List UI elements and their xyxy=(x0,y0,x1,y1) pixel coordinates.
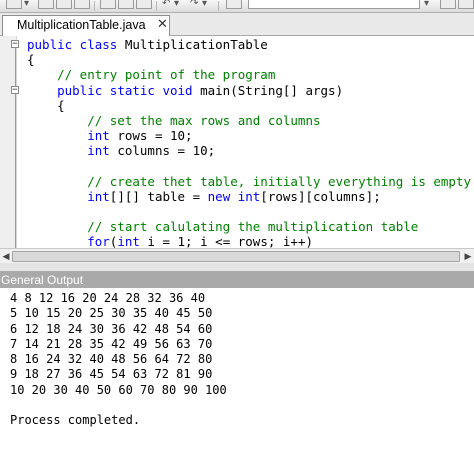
code-line: int columns = 10; xyxy=(27,143,471,158)
save-all-icon[interactable] xyxy=(74,0,90,9)
dropdown-arrow-icon[interactable]: ▾ xyxy=(424,0,429,9)
tab-title: MultiplicationTable.java xyxy=(17,18,146,32)
code-comment: // start calulating the multiplication t… xyxy=(27,219,419,235)
scroll-right-arrow-icon[interactable]: ▶ xyxy=(462,250,474,262)
code-keyword: new int xyxy=(207,188,261,204)
code-line: // start calulating the multiplication t… xyxy=(27,219,471,234)
code-token: rows = 10; xyxy=(109,128,193,144)
paste-icon[interactable] xyxy=(136,0,152,9)
scroll-thumb[interactable] xyxy=(12,251,460,262)
code-line: // set the max rows and columns xyxy=(27,113,471,128)
code-line: { xyxy=(27,52,471,67)
code-comment: // create thet table, initially everythi… xyxy=(27,173,472,189)
code-keyword: int xyxy=(117,234,140,248)
code-line: public static void main(String[] args) xyxy=(27,83,471,98)
fold-line xyxy=(15,48,16,90)
output-line: 6 12 18 24 30 36 42 48 54 60 xyxy=(10,321,213,336)
code-token: columns = 10; xyxy=(109,143,216,159)
collapse-method-icon[interactable]: − xyxy=(11,86,19,95)
code-text: public class MultiplicationTable{ // ent… xyxy=(27,37,471,248)
code-editor[interactable]: − − public class MultiplicationTable{ //… xyxy=(0,36,474,248)
code-token: MultiplicationTable xyxy=(117,37,268,52)
code-token: { xyxy=(27,97,65,113)
code-keyword: int xyxy=(87,128,110,144)
find-icon[interactable] xyxy=(226,0,242,9)
code-line: for(int i = 1; i <= rows; i++) xyxy=(27,234,471,248)
run-icon[interactable] xyxy=(458,0,474,9)
output-line: Process completed. xyxy=(10,413,141,428)
cut-icon[interactable] xyxy=(100,0,116,9)
toolbar-separator xyxy=(218,1,219,11)
editor-tab-bar: MultiplicationTable.java ✕ xyxy=(0,13,474,36)
code-keyword: public static void xyxy=(57,82,193,98)
search-combo[interactable] xyxy=(248,0,420,9)
code-token: [][] table = xyxy=(109,188,208,204)
build-icon[interactable] xyxy=(440,0,456,9)
fold-line xyxy=(15,94,16,248)
horizontal-scrollbar[interactable]: ◀ ▶ xyxy=(0,248,474,263)
panel-splitter[interactable] xyxy=(0,263,474,271)
close-icon[interactable]: ✕ xyxy=(157,16,168,32)
output-line: 8 16 24 32 40 48 56 64 72 80 xyxy=(10,352,213,367)
code-keyword: int xyxy=(87,188,110,204)
output-line: 7 14 21 28 35 42 49 56 63 70 xyxy=(10,336,213,351)
toolbar-separator xyxy=(156,1,157,11)
code-line: // entry point of the program xyxy=(27,67,471,82)
code-line: int rows = 10; xyxy=(27,128,471,143)
code-line: int[][] table = new int[rows][columns]; xyxy=(27,189,471,204)
output-line: 9 18 27 36 45 54 63 72 81 90 xyxy=(10,367,213,382)
code-line: { xyxy=(27,98,471,113)
code-keyword: public class xyxy=(27,37,118,52)
output-panel-header: General Output xyxy=(0,271,474,288)
dropdown-arrow-icon[interactable]: ▾ xyxy=(24,0,29,9)
output-text: 4 8 12 16 20 24 28 32 36 40 5 10 15 20 25… xyxy=(10,291,227,429)
code-token: [rows][columns]; xyxy=(260,188,381,204)
collapse-class-icon[interactable]: − xyxy=(11,40,19,49)
new-file-icon[interactable] xyxy=(6,0,22,9)
output-line: 10 20 30 40 50 60 70 80 90 100 xyxy=(10,382,227,397)
toolbar-separator xyxy=(94,1,95,11)
toolbar: ▾ ↶ ▾ ↷ ▾ ▾ xyxy=(0,0,474,13)
code-token: main(String[] args) xyxy=(192,82,344,98)
output-line: 4 8 12 16 20 24 28 32 36 40 xyxy=(10,291,206,305)
dropdown-arrow-icon[interactable]: ▾ xyxy=(202,0,207,9)
fold-gutter: − − xyxy=(0,36,19,248)
scroll-left-arrow-icon[interactable]: ◀ xyxy=(0,250,12,262)
undo-icon[interactable]: ↶ xyxy=(162,0,170,9)
code-line: // create thet table, initially everythi… xyxy=(27,174,471,189)
open-file-icon[interactable] xyxy=(38,0,54,9)
output-panel-title: General Output xyxy=(1,273,84,287)
code-keyword: for xyxy=(87,234,110,248)
code-comment: // entry point of the program xyxy=(27,67,276,83)
output-panel[interactable]: 4 8 12 16 20 24 28 32 36 40 5 10 15 20 25… xyxy=(0,288,474,474)
dropdown-arrow-icon[interactable]: ▾ xyxy=(174,0,179,9)
tab-multiplicationtable[interactable]: MultiplicationTable.java ✕ xyxy=(2,15,170,36)
save-icon[interactable] xyxy=(56,0,72,9)
copy-icon[interactable] xyxy=(118,0,134,9)
code-line: public class MultiplicationTable xyxy=(27,37,471,52)
code-keyword: int xyxy=(87,143,110,159)
code-token: { xyxy=(27,52,35,68)
code-token: i = 1; i <= rows; i++) xyxy=(139,234,313,248)
redo-icon[interactable]: ↷ xyxy=(190,0,198,9)
output-line: 5 10 15 20 25 30 35 40 45 50 xyxy=(10,306,213,321)
code-comment: // set the max rows and columns xyxy=(27,112,321,128)
